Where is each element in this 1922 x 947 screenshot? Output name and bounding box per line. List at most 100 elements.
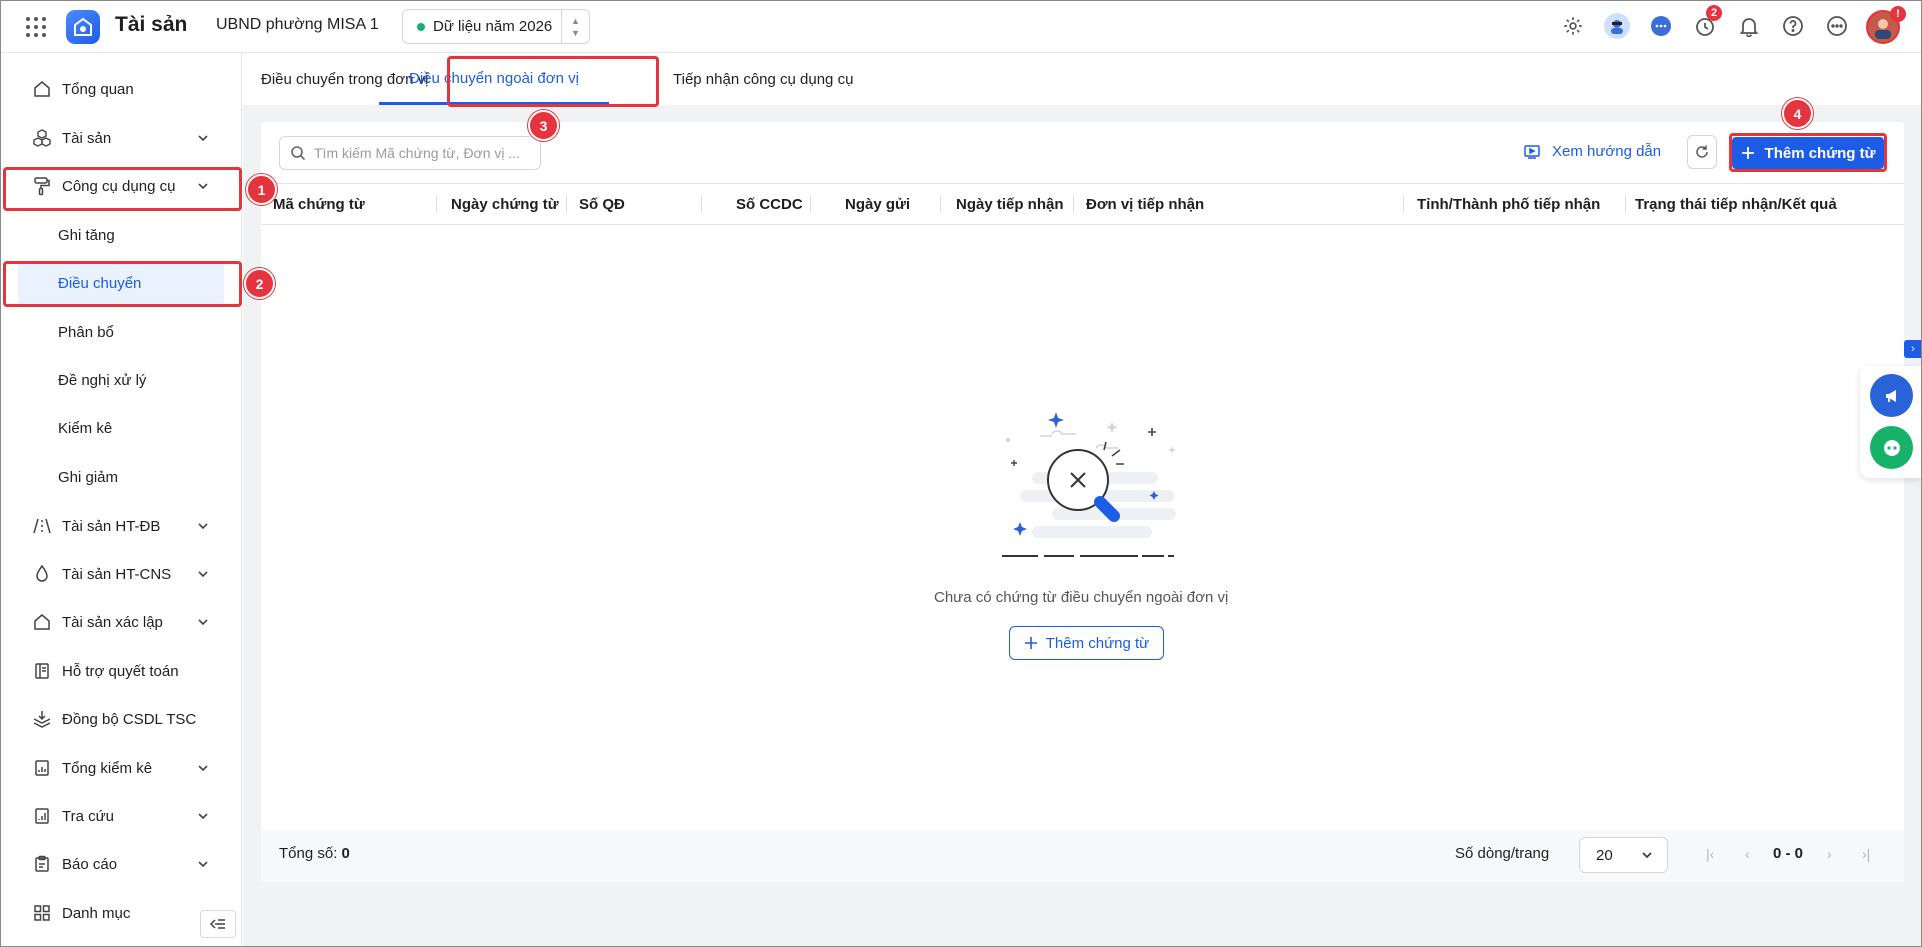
column-header[interactable]: Mã chứng từ (273, 184, 365, 224)
plus-icon (1741, 147, 1754, 159)
sidebar-item-label: Tổng kiểm kê (62, 759, 153, 777)
sidebar-item-infrastructure-water[interactable]: Tài sản HT-CNS (0, 552, 241, 596)
chevron-down-icon (198, 619, 208, 626)
sidebar-item-general-inventory[interactable]: Tổng kiểm kê (0, 746, 241, 790)
column-divider[interactable] (1625, 195, 1626, 213)
last-page-icon[interactable]: ›| (1862, 846, 1870, 862)
chat-icon[interactable] (1648, 13, 1674, 39)
column-header[interactable]: Số QĐ (579, 184, 625, 224)
report-icon (31, 853, 53, 875)
sidebar-subitem-label: Ghi giảm (58, 468, 119, 486)
page-range: 0 - 0 (1773, 845, 1804, 862)
previous-page-icon[interactable]: ‹ (1745, 846, 1750, 862)
column-divider[interactable] (436, 195, 437, 213)
chevron-down-icon (198, 765, 208, 772)
grid-icon (31, 902, 53, 924)
chevron-down-icon (198, 861, 208, 868)
sidebar-subitem-inventory[interactable]: Kiểm kê (18, 406, 224, 450)
chatbot-button[interactable] (1870, 426, 1913, 469)
sidebar-item-label: Tra cứu (62, 807, 114, 825)
add-document-button[interactable]: Thêm chứng từ (1732, 137, 1884, 169)
year-label: Dữ liệu năm 2026 (433, 18, 553, 35)
road-icon (31, 515, 53, 537)
column-divider[interactable] (566, 195, 567, 213)
user-avatar[interactable]: ! (1866, 6, 1906, 44)
sidebar-item-reports[interactable]: Báo cáo (0, 842, 241, 886)
chevron-down-icon (1642, 852, 1652, 859)
assistant-avatar-icon[interactable] (1604, 13, 1630, 39)
rows-per-page-select[interactable]: 20 (1579, 837, 1668, 873)
column-header[interactable]: Số CCDC (736, 184, 803, 224)
plus-icon (1024, 637, 1037, 649)
step-marker-1: 1 (246, 174, 277, 205)
add-document-label: Thêm chứng từ (1764, 144, 1876, 162)
data-year-select[interactable]: Dữ liệu năm 2026 ▲ ▼ (402, 9, 590, 44)
sidebar-item-infrastructure-road[interactable]: Tài sản HT-ĐB (0, 504, 241, 548)
water-drop-icon (31, 563, 53, 585)
column-header[interactable]: Ngày gửi (845, 184, 910, 224)
sidebar-subitem-label: Kiểm kê (58, 419, 113, 437)
sidebar-item-settlement-support[interactable]: Hỗ trợ quyết toán (0, 649, 241, 693)
status-dot (417, 22, 425, 31)
empty-add-document-button[interactable]: Thêm chứng từ (1009, 626, 1164, 660)
year-stepper-icon[interactable]: ▲ ▼ (561, 10, 589, 43)
tab-external-transfer[interactable]: Điều chuyển ngoài đơn vị (379, 54, 609, 105)
sidebar-subitem-transfer[interactable]: Điều chuyển (18, 261, 224, 305)
empty-state-illustration (1002, 412, 1176, 557)
checklist-icon (31, 757, 53, 779)
sidebar-subitem-allocation[interactable]: Phân bổ (18, 310, 224, 354)
search-input[interactable]: Tìm kiếm Mã chứng từ, Đơn vị ... (279, 136, 541, 170)
paint-roller-icon (31, 175, 53, 197)
sidebar-item-assets[interactable]: Tài sản (0, 116, 241, 160)
sidebar-item-label: Tài sản HT-ĐB (62, 517, 161, 535)
total-value: 0 (341, 845, 350, 862)
chevron-down-icon (198, 813, 208, 820)
bell-icon[interactable] (1736, 13, 1762, 39)
sidebar-subitem-label: Đề nghị xử lý (58, 371, 147, 389)
sidebar-subitem-label: Phân bổ (58, 323, 114, 341)
gear-icon[interactable] (1560, 13, 1586, 39)
sidebar-item-label: Tài sản xác lập (62, 613, 163, 631)
collapse-icon (209, 919, 225, 929)
column-header[interactable]: Ngày chứng từ (451, 184, 559, 224)
next-page-icon[interactable]: › (1827, 846, 1832, 862)
view-guide-link[interactable]: Xem hướng dẫn (1524, 143, 1661, 160)
sync-layers-icon (31, 708, 53, 730)
sidebar-item-overview[interactable]: Tổng quan (0, 67, 241, 111)
sidebar-subitem-decrease[interactable]: Ghi giảm (18, 455, 224, 499)
column-divider[interactable] (810, 195, 811, 213)
timer-icon[interactable]: 2 (1692, 5, 1722, 39)
column-header[interactable]: Tỉnh/Thành phố tiếp nhận (1417, 184, 1600, 224)
sidebar-item-label: Đồng bộ CSDL TSC (62, 710, 197, 728)
help-icon[interactable] (1780, 13, 1806, 39)
column-divider[interactable] (1073, 195, 1074, 213)
sidebar-item-established-assets[interactable]: Tài sản xác lập (0, 600, 241, 644)
chatbot-icon (1883, 439, 1900, 456)
app-launcher-icon[interactable] (24, 15, 46, 37)
column-divider[interactable] (1403, 195, 1404, 213)
side-panel-toggle[interactable]: › (1904, 340, 1922, 358)
first-page-icon[interactable]: |‹ (1706, 846, 1714, 862)
video-guide-icon (1524, 144, 1540, 159)
organization-name: UBND phường MISA 1 (216, 16, 379, 33)
column-header[interactable]: Đơn vị tiếp nhận (1086, 184, 1204, 224)
sidebar-item-sync-database[interactable]: Đồng bộ CSDL TSC (0, 697, 241, 741)
announcement-button[interactable] (1870, 374, 1913, 417)
sidebar-item-label: Hỗ trợ quyết toán (62, 662, 179, 680)
column-header[interactable]: Ngày tiếp nhận (956, 184, 1064, 224)
collapse-sidebar-button[interactable] (200, 910, 236, 938)
total-label: Tổng số: (279, 845, 338, 862)
sidebar-subitem-increase[interactable]: Ghi tăng (18, 213, 224, 257)
refresh-button[interactable] (1687, 135, 1717, 169)
tab-receive-tools[interactable]: Tiếp nhận công cụ dụng cụ (673, 54, 853, 105)
sidebar-item-lookup[interactable]: Tra cứu (0, 794, 241, 838)
cubes-icon (31, 127, 53, 149)
column-divider[interactable] (940, 195, 941, 213)
column-divider[interactable] (701, 195, 702, 213)
sidebar-subitem-disposal-request[interactable]: Đề nghị xử lý (18, 358, 224, 402)
step-marker-3: 3 (528, 110, 559, 141)
ledger-icon (31, 660, 53, 682)
sidebar-item-tools[interactable]: Công cụ dụng cụ (0, 164, 241, 208)
more-icon[interactable] (1824, 13, 1850, 39)
column-header[interactable]: Trạng thái tiếp nhận/Kết quả (1635, 184, 1837, 224)
